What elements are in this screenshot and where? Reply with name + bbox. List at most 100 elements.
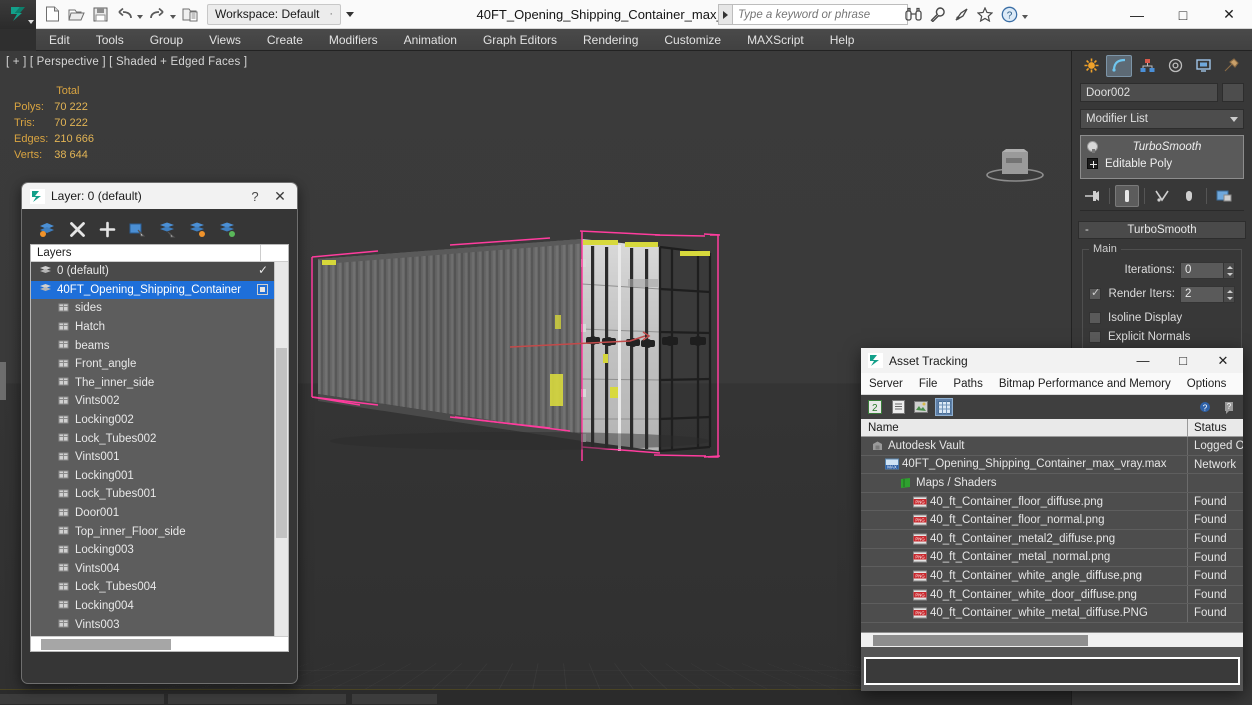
open-file-button[interactable] bbox=[65, 3, 88, 26]
grid-view-icon[interactable] bbox=[935, 398, 953, 416]
layer-row[interactable]: 0 (default) ✓ bbox=[31, 262, 274, 281]
layer-row[interactable]: Lock_Tubes002 bbox=[31, 429, 274, 448]
highlight-selected-objects-layer-icon[interactable] bbox=[156, 218, 178, 240]
layer-row[interactable]: The_inner_side bbox=[31, 374, 274, 393]
layer-dialog-help-button[interactable]: ? bbox=[243, 189, 267, 204]
create-tab[interactable] bbox=[1078, 55, 1104, 77]
layer-row[interactable]: Front_angle bbox=[31, 355, 274, 374]
vault-login-icon[interactable]: 2 bbox=[866, 398, 884, 416]
redo-button[interactable] bbox=[146, 3, 169, 26]
rollout-header[interactable]: - TurboSmooth bbox=[1078, 221, 1246, 239]
new-file-button[interactable] bbox=[41, 3, 64, 26]
search-input[interactable] bbox=[733, 4, 908, 25]
layer-row[interactable]: Vints001 bbox=[31, 448, 274, 467]
explicit-normals-row[interactable]: Explicit Normals bbox=[1089, 327, 1235, 346]
layer-row[interactable]: Top_inner_Floor_side bbox=[31, 522, 274, 541]
context-help-icon[interactable]: ? bbox=[1220, 398, 1238, 416]
asset-row[interactable]: PNG 40_ft_Container_white_door_diffuse.pn… bbox=[861, 585, 1243, 605]
asset-row[interactable]: PNG 40_ft_Container_white_angle_diffuse.p… bbox=[861, 567, 1243, 586]
modifier-list-dropdown[interactable]: Modifier List bbox=[1080, 109, 1244, 129]
asset-row[interactable]: PNG 40_ft_Container_metal2_diffuse.png Fou… bbox=[861, 529, 1243, 549]
create-new-layer-icon[interactable] bbox=[36, 218, 58, 240]
explicit-normals-checkbox[interactable] bbox=[1089, 330, 1101, 343]
delete-layer-icon[interactable] bbox=[66, 218, 88, 240]
rollout-collapse-glyph[interactable]: - bbox=[1085, 224, 1089, 236]
search-dropdown-button[interactable] bbox=[718, 4, 733, 25]
menu-item-create[interactable]: Create bbox=[254, 29, 316, 51]
motion-tab[interactable] bbox=[1162, 55, 1188, 77]
viewport-left-edge-handle[interactable] bbox=[0, 362, 6, 400]
star-icon[interactable] bbox=[974, 3, 996, 25]
undo-dropdown-caret[interactable] bbox=[137, 15, 143, 19]
layer-row[interactable]: Locking001 bbox=[31, 467, 274, 486]
asset-tracking-dialog[interactable]: Asset Tracking — □ ✕ Server File Paths B… bbox=[861, 348, 1243, 691]
layer-row[interactable]: sides bbox=[31, 299, 274, 318]
modifier-stack[interactable]: TurboSmooth Editable Poly bbox=[1080, 135, 1244, 179]
display-tab[interactable] bbox=[1190, 55, 1216, 77]
asset-tracking-minimize-button[interactable]: — bbox=[1123, 348, 1163, 373]
menu-item-group[interactable]: Group bbox=[137, 29, 196, 51]
asset-menu-paths[interactable]: Paths bbox=[945, 373, 990, 395]
save-file-button[interactable] bbox=[89, 3, 112, 26]
layer-row[interactable]: 40FT_Opening_Shipping_Container bbox=[31, 280, 274, 300]
thumbnail-view-icon[interactable] bbox=[912, 398, 930, 416]
help-dropdown-caret[interactable] bbox=[1022, 15, 1028, 19]
object-color-swatch[interactable] bbox=[1222, 83, 1244, 102]
layer-row[interactable]: Lock_Tubes001 bbox=[31, 485, 274, 504]
menu-item-tools[interactable]: Tools bbox=[83, 29, 137, 51]
layer-row[interactable]: beams bbox=[31, 336, 274, 355]
help-icon[interactable]: ? bbox=[1197, 398, 1215, 416]
asset-tracking-title-bar[interactable]: Asset Tracking — □ ✕ bbox=[861, 348, 1243, 373]
menu-item-customize[interactable]: Customize bbox=[651, 29, 734, 51]
render-iters-spinner[interactable] bbox=[1180, 285, 1235, 303]
remove-modifier-icon[interactable] bbox=[1177, 185, 1201, 207]
object-name-field[interactable]: Door002 bbox=[1080, 83, 1218, 102]
asset-grid-hscroll-thumb[interactable] bbox=[873, 634, 1088, 646]
asset-row[interactable]: PNG 40_ft_Container_white_metal_diffuse.P… bbox=[861, 604, 1243, 623]
binoculars-icon[interactable] bbox=[902, 3, 924, 25]
menu-item-maxscript[interactable]: MAXScript bbox=[734, 29, 817, 51]
layer-row[interactable]: Vints004 bbox=[31, 560, 274, 579]
layer-row[interactable]: Locking004 bbox=[31, 597, 274, 616]
modifier-stack-item-editable-poly[interactable]: Editable Poly bbox=[1081, 155, 1243, 172]
minimize-button[interactable]: — bbox=[1114, 0, 1160, 29]
asset-menu-options[interactable]: Options bbox=[1179, 373, 1235, 395]
layer-current-check-icon[interactable]: ✓ bbox=[258, 263, 268, 277]
add-selected-objects-to-layer-icon[interactable] bbox=[186, 218, 208, 240]
satellite-icon[interactable] bbox=[950, 3, 972, 25]
asset-menu-file[interactable]: File bbox=[911, 373, 946, 395]
layer-row[interactable]: Locking002 bbox=[31, 411, 274, 430]
set-project-folder-button[interactable] bbox=[179, 3, 202, 26]
asset-tracking-close-button[interactable]: ✕ bbox=[1203, 348, 1243, 373]
asset-tracking-grid[interactable]: Name Status Autodesk Vault Logged O MAX 40F… bbox=[861, 419, 1243, 647]
asset-column-name[interactable]: Name bbox=[861, 419, 1187, 436]
layer-row[interactable]: Door001 bbox=[31, 504, 274, 523]
menu-item-rendering[interactable]: Rendering bbox=[570, 29, 651, 51]
asset-row[interactable]: PNG 40_ft_Container_floor_diffuse.png Foun… bbox=[861, 492, 1243, 512]
layer-dialog-title-bar[interactable]: Layer: 0 (default) ? ✕ bbox=[22, 183, 297, 209]
select-objects-in-layer-icon[interactable] bbox=[126, 218, 148, 240]
layer-list[interactable]: Layers 0 (default) ✓ 40FT_Opening_Shipping… bbox=[30, 244, 289, 652]
layer-row[interactable]: Lock_Tubes004 bbox=[31, 578, 274, 597]
set-layer-to-selection-icon[interactable] bbox=[216, 218, 238, 240]
menu-item-graph-editors[interactable]: Graph Editors bbox=[470, 29, 570, 51]
hierarchy-tab[interactable] bbox=[1134, 55, 1160, 77]
isoline-display-checkbox[interactable] bbox=[1089, 311, 1101, 324]
show-end-result-icon[interactable] bbox=[1115, 185, 1139, 207]
layer-list-vertical-scrollbar[interactable] bbox=[274, 262, 288, 636]
small-box-object[interactable] bbox=[984, 144, 1046, 184]
3ds-max-logo[interactable] bbox=[0, 0, 36, 29]
maximize-button[interactable]: □ bbox=[1160, 0, 1206, 29]
workspace-selector[interactable]: Workspace: Default · bbox=[207, 3, 341, 25]
iterations-input[interactable] bbox=[1180, 261, 1224, 279]
menu-item-edit[interactable]: Edit bbox=[36, 29, 83, 51]
redo-dropdown-caret[interactable] bbox=[170, 15, 176, 19]
close-button[interactable]: ✕ bbox=[1206, 0, 1252, 29]
asset-column-status[interactable]: Status bbox=[1187, 419, 1243, 436]
menu-item-help[interactable]: Help bbox=[817, 29, 868, 51]
lightbulb-icon[interactable] bbox=[1087, 141, 1098, 153]
iterations-spinner-buttons[interactable] bbox=[1224, 261, 1235, 279]
shipping-container-model[interactable] bbox=[300, 229, 880, 494]
add-selection-to-layer-icon[interactable] bbox=[96, 218, 118, 240]
undo-button[interactable] bbox=[113, 3, 136, 26]
